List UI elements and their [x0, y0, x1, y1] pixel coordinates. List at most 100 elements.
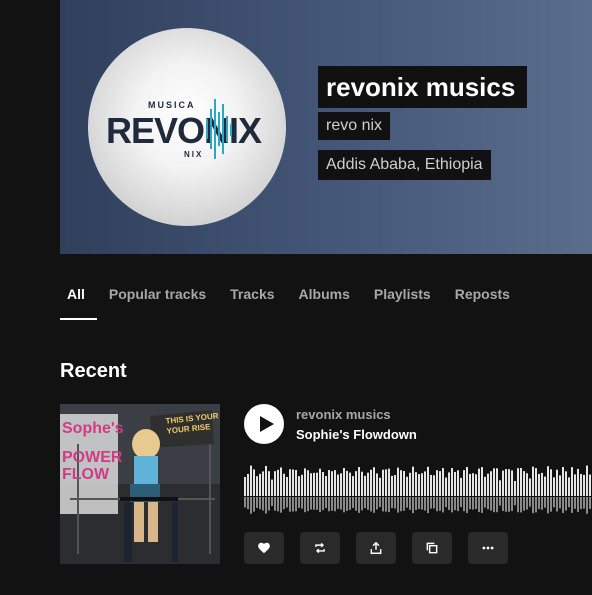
waveform-bar [412, 466, 414, 496]
logo-bottom-text: NIX [184, 150, 204, 159]
waveform-bar [376, 473, 378, 496]
waveform-bar-reflection [556, 497, 558, 512]
waveform-bar-reflection [577, 497, 579, 512]
recent-section-title: Recent [60, 360, 127, 382]
waveform-bar [538, 473, 540, 496]
waveform-bar-reflection [265, 497, 267, 514]
waveform-bar [559, 475, 561, 496]
waveform-bar-reflection [268, 497, 270, 511]
track-cover-art[interactable]: Sophe's POWER FLOW THIS IS YOUR YOUR RIS… [60, 404, 220, 564]
waveform-bar-reflection [472, 497, 474, 510]
waveform-bar-reflection [460, 497, 462, 508]
waveform-bar [535, 468, 537, 496]
tab-reposts[interactable]: Reposts [443, 280, 522, 320]
waveform-bar-reflection [421, 497, 423, 510]
tab-all[interactable]: All [60, 280, 97, 320]
waveform-bar-reflection [415, 497, 417, 511]
tab-albums[interactable]: Albums [287, 280, 362, 320]
track-waveform[interactable] [244, 460, 592, 522]
waveform-bar-reflection [490, 497, 492, 511]
copy-link-button[interactable] [412, 532, 452, 564]
waveform-bar-reflection [514, 497, 516, 506]
waveform-bar-reflection [373, 497, 375, 513]
waveform-bar-reflection [517, 497, 519, 513]
waveform-bar [568, 477, 570, 496]
waveform-bar [481, 467, 483, 496]
more-options-button[interactable] [468, 532, 508, 564]
profile-tabs: All Popular tracks Tracks Albums Playlis… [60, 280, 522, 320]
waveform-bar [274, 471, 276, 496]
waveform-bar-reflection [505, 497, 507, 512]
waveform-bar [421, 473, 423, 496]
waveform-bar-reflection [529, 497, 531, 507]
waveform-bar [445, 477, 447, 496]
waveform-bar [439, 471, 441, 496]
waveform-bar [277, 469, 279, 496]
waveform-bar [415, 472, 417, 496]
waveform-bar [409, 472, 411, 496]
waveform-bar [574, 474, 576, 496]
waveform-bar [397, 467, 399, 496]
waveform-bar-reflection [298, 497, 300, 508]
waveform-bar-reflection [523, 497, 525, 511]
waveform-bar [364, 475, 366, 496]
waveform-bar-reflection [589, 497, 591, 509]
waveform-bar [325, 475, 327, 496]
waveform-bar-reflection [445, 497, 447, 508]
share-button[interactable] [356, 532, 396, 564]
waveform-bar [247, 473, 249, 496]
waveform-bar [373, 467, 375, 496]
waveform-bar-reflection [253, 497, 255, 512]
waveform-bar-reflection [544, 497, 546, 508]
track-title[interactable]: Sophie's Flowdown [296, 427, 417, 442]
waveform-bar [448, 472, 450, 496]
waveform-bar-reflection [475, 497, 477, 509]
waveform-bar-reflection [355, 497, 357, 511]
tab-popular-tracks[interactable]: Popular tracks [97, 280, 218, 320]
repost-button[interactable] [300, 532, 340, 564]
waveform-bar-reflection [313, 497, 315, 510]
waveform-bar-reflection [286, 497, 288, 508]
waveform-bar-reflection [382, 497, 384, 512]
waveform-bar-reflection [526, 497, 528, 510]
waveform-bar [577, 468, 579, 496]
waveform-bar [250, 465, 252, 496]
waveform-bar [580, 474, 582, 496]
track-artist[interactable]: revonix musics [296, 407, 391, 422]
waveform-bar-reflection [457, 497, 459, 512]
waveform-bar-reflection [559, 497, 561, 509]
logo-waveform-icon [206, 99, 232, 159]
like-button[interactable] [244, 532, 284, 564]
waveform-bar [547, 466, 549, 496]
waveform-bar-reflection [403, 497, 405, 511]
heart-icon [258, 542, 270, 554]
play-button[interactable] [244, 404, 284, 444]
waveform-bar [259, 473, 261, 496]
waveform-bar [541, 472, 543, 496]
logo-main-text: REVONIX [106, 110, 262, 151]
waveform-bar-reflection [520, 497, 522, 513]
waveform-bar-reflection [361, 497, 363, 511]
waveform-bar [457, 470, 459, 496]
waveform-bar [301, 474, 303, 496]
waveform-bar [328, 470, 330, 496]
waveform-bar [352, 476, 354, 496]
waveform-bar-reflection [499, 497, 501, 506]
waveform-bar [508, 469, 510, 496]
tab-playlists[interactable]: Playlists [362, 280, 443, 320]
waveform-bar-reflection [433, 497, 435, 509]
waveform-bar [385, 469, 387, 496]
waveform-bar-reflection [466, 497, 468, 513]
waveform-bar [271, 479, 273, 496]
profile-title: revonix musics [318, 66, 528, 108]
waveform-bar [532, 466, 534, 496]
waveform-bar [244, 477, 246, 496]
profile-avatar[interactable]: MUSICA REVONIX NIX [88, 28, 286, 226]
waveform-bar [499, 480, 501, 496]
waveform-bar [337, 474, 339, 496]
waveform-bar [334, 470, 336, 496]
waveform-bar [427, 466, 429, 496]
waveform-bar [310, 473, 312, 496]
tab-tracks[interactable]: Tracks [218, 280, 286, 320]
waveform-bar-reflection [358, 497, 360, 513]
